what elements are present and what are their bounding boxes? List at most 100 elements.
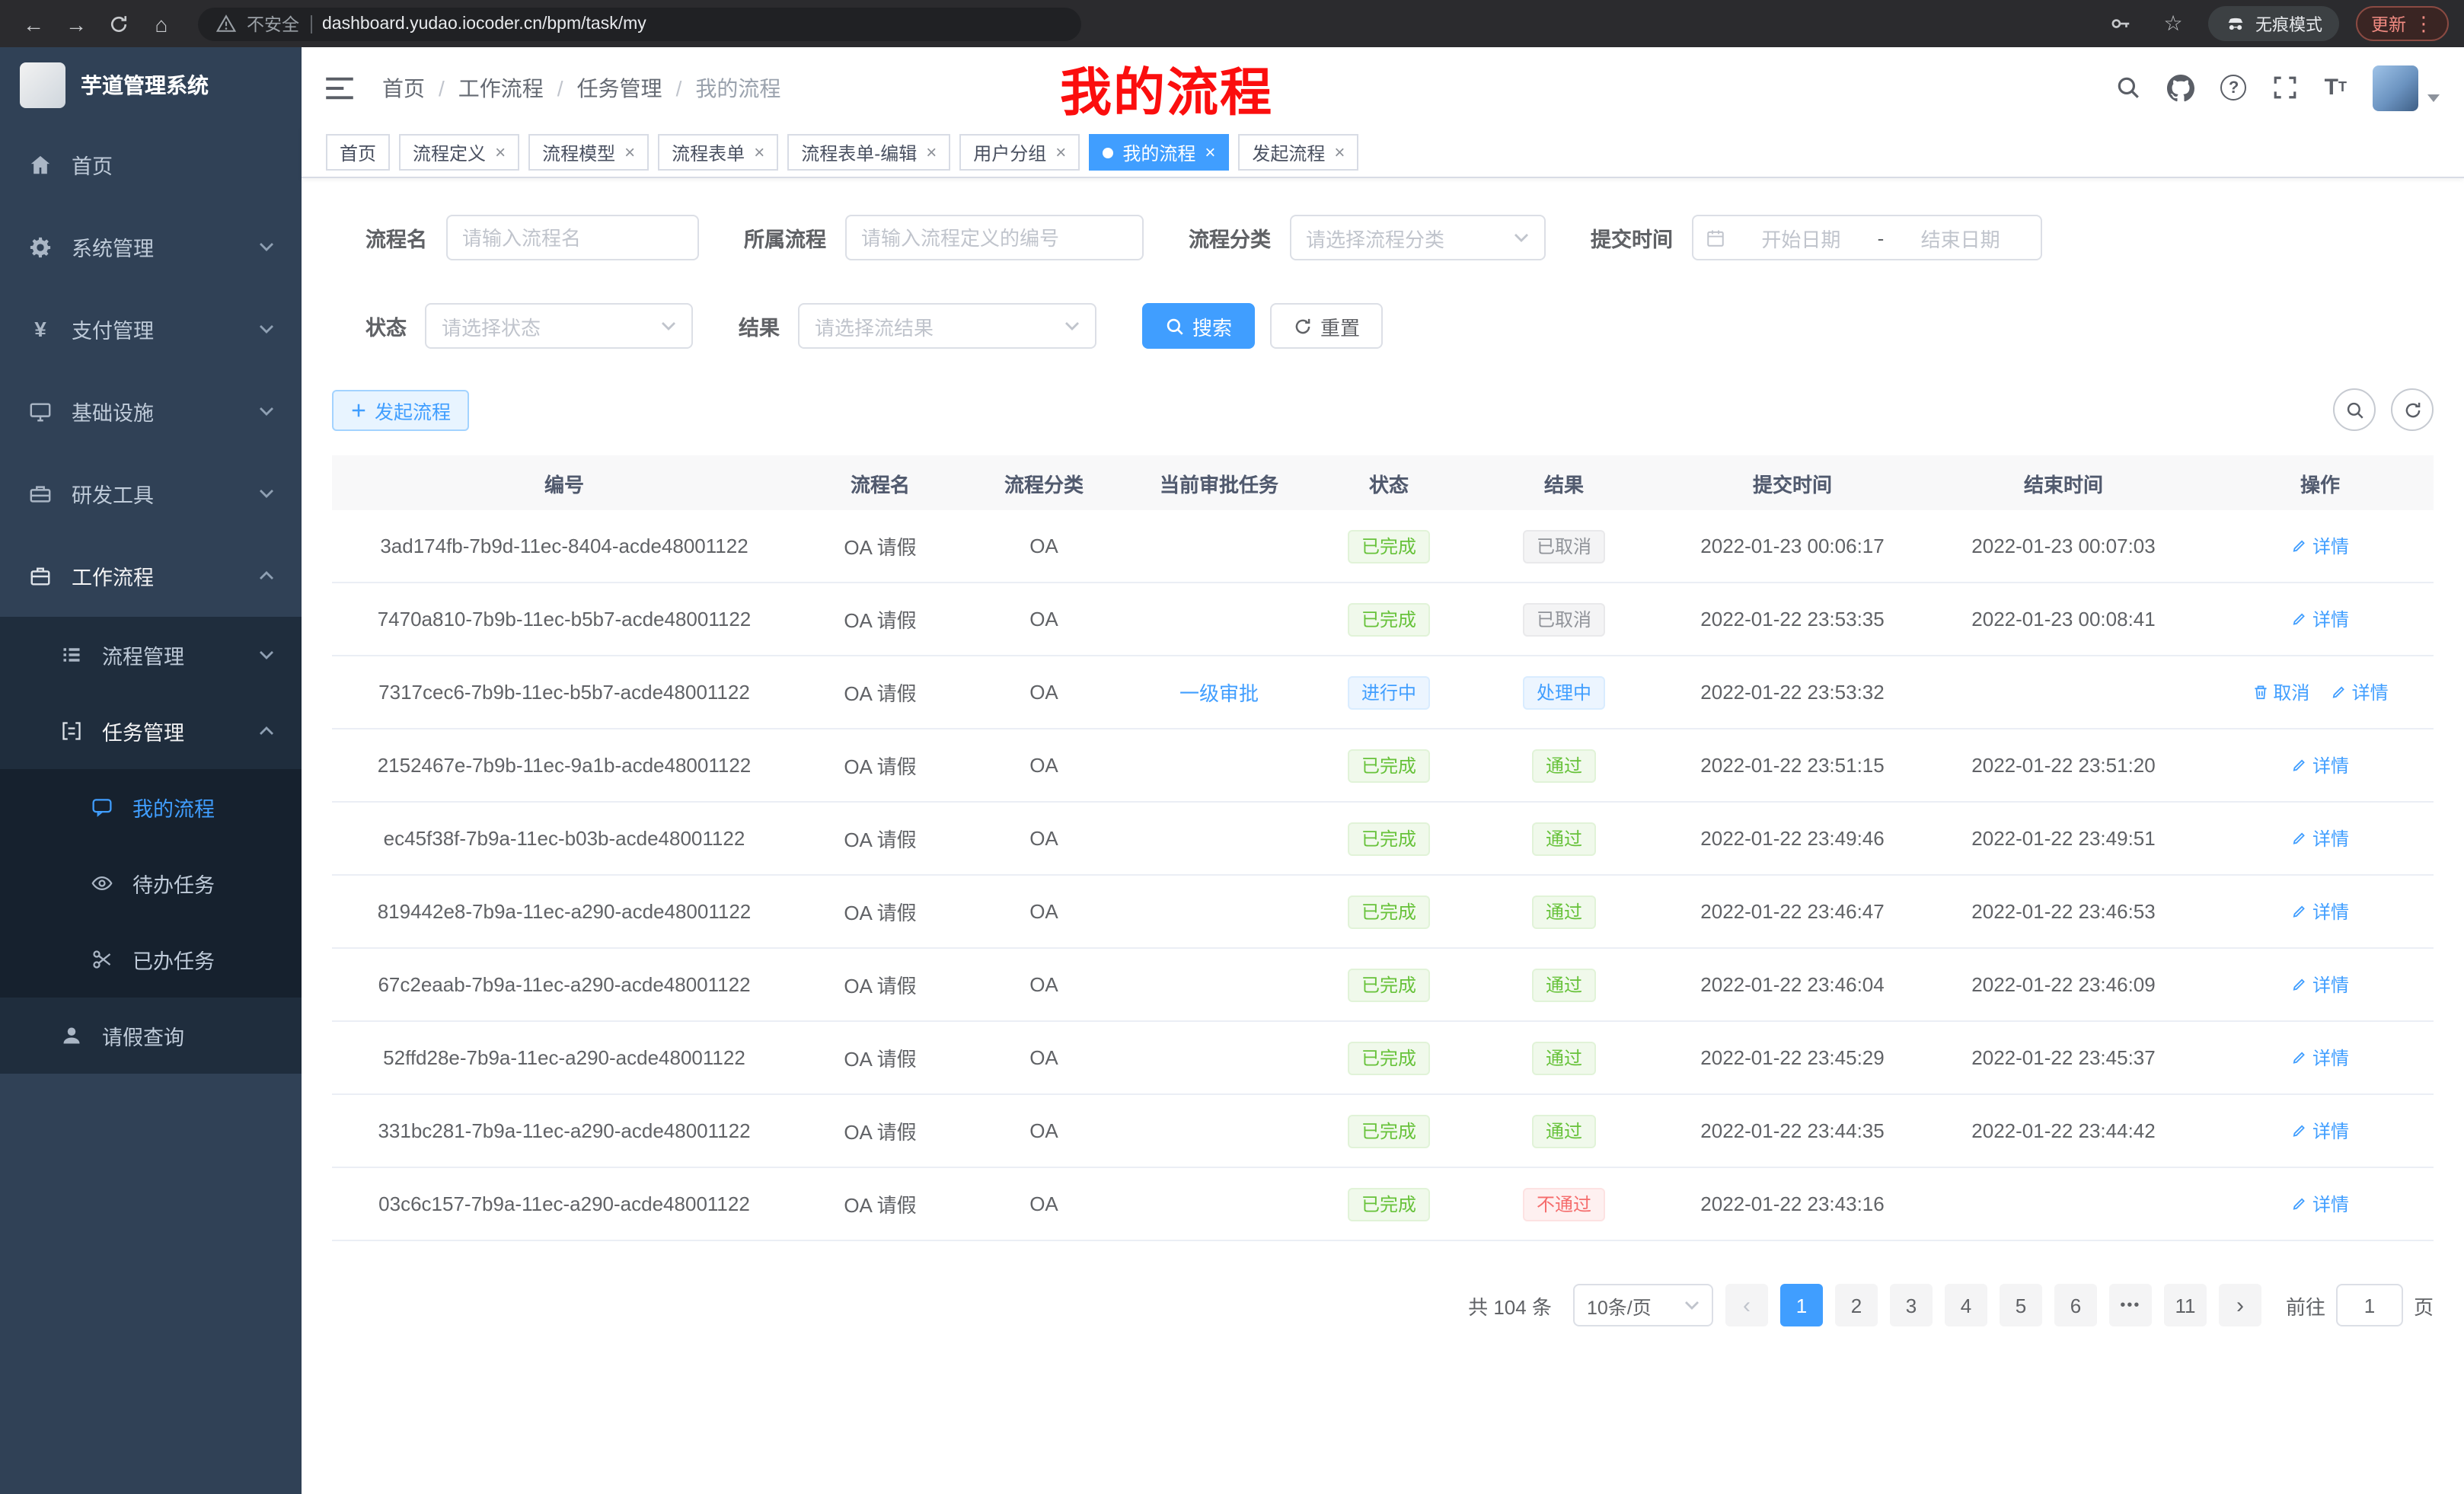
sidebar-item-payment[interactable]: ¥ 支付管理: [0, 288, 302, 370]
reload-icon[interactable]: [101, 5, 137, 42]
detail-action[interactable]: 详情: [2291, 825, 2349, 851]
prev-page-button[interactable]: ‹: [1725, 1284, 1768, 1326]
goto-page-input[interactable]: [2336, 1284, 2403, 1326]
close-icon[interactable]: ×: [1334, 143, 1345, 161]
detail-action[interactable]: 详情: [2291, 899, 2349, 924]
home-icon[interactable]: ⌂: [143, 5, 180, 42]
cell-category: OA: [964, 681, 1124, 704]
detail-action[interactable]: 详情: [2291, 606, 2349, 632]
main-area: 首页 / 工作流程 / 任务管理 / 我的流程 我的流程 ?: [302, 47, 2464, 1494]
reset-button[interactable]: 重置: [1270, 303, 1383, 349]
tab-my-process[interactable]: 我的流程 ×: [1089, 134, 1229, 171]
tab-start-process[interactable]: 发起流程 ×: [1238, 134, 1358, 171]
tab-process-definition[interactable]: 流程定义 ×: [399, 134, 519, 171]
page-button-2[interactable]: 2: [1835, 1284, 1878, 1326]
detail-action[interactable]: 详情: [2291, 533, 2349, 559]
sidebar-item-process-management[interactable]: 流程管理: [0, 617, 302, 693]
forward-icon[interactable]: →: [58, 5, 94, 42]
back-icon[interactable]: ←: [15, 5, 52, 42]
page-button-6[interactable]: 6: [2054, 1284, 2097, 1326]
page-ellipsis[interactable]: •••: [2109, 1284, 2152, 1326]
tab-process-model[interactable]: 流程模型 ×: [528, 134, 649, 171]
user-menu[interactable]: [2373, 65, 2440, 110]
bookmark-star-icon[interactable]: ☆: [2155, 5, 2191, 42]
page-button-4[interactable]: 4: [1945, 1284, 1987, 1326]
cell-submit-time: 2022-01-22 23:46:47: [1664, 900, 1920, 923]
browser-menu-icon[interactable]: ⋮: [2414, 11, 2434, 36]
page-button-5[interactable]: 5: [2000, 1284, 2042, 1326]
show-search-button[interactable]: [2333, 388, 2376, 431]
sidebar-item-infrastructure[interactable]: 基础设施: [0, 370, 302, 452]
next-page-button[interactable]: ›: [2219, 1284, 2261, 1326]
address-bar[interactable]: 不安全 dashboard.yudao.iocoder.cn/bpm/task/…: [198, 7, 1081, 40]
avatar[interactable]: [2373, 65, 2418, 110]
fullscreen-icon[interactable]: [2273, 75, 2299, 101]
sidebar-item-leave-query[interactable]: 请假查询: [0, 998, 302, 1074]
sidebar-item-my-process[interactable]: 我的流程: [0, 769, 302, 845]
table-row: 3ad174fb-7b9d-11ec-8404-acde48001122 OA …: [332, 510, 2434, 583]
cancel-action[interactable]: 取消: [2252, 679, 2309, 705]
update-button[interactable]: 更新 ⋮: [2356, 6, 2449, 41]
search-button[interactable]: 搜索: [1142, 303, 1255, 349]
tab-home[interactable]: 首页: [326, 134, 390, 171]
sidebar-item-task-management[interactable]: 任务管理: [0, 693, 302, 769]
cell-process-id: 67c2eaab-7b9a-11ec-a290-acde48001122: [332, 973, 796, 996]
start-process-button[interactable]: 发起流程: [332, 389, 469, 430]
result-select[interactable]: 请选择流结果: [798, 303, 1096, 349]
close-icon[interactable]: ×: [624, 143, 635, 161]
tab-user-group[interactable]: 用户分组 ×: [959, 134, 1080, 171]
search-icon[interactable]: [2116, 75, 2142, 101]
tab-process-form-edit[interactable]: 流程表单-编辑 ×: [787, 134, 950, 171]
detail-action[interactable]: 详情: [2291, 1045, 2349, 1071]
breadcrumb-workflow[interactable]: 工作流程: [458, 72, 544, 103]
close-icon[interactable]: ×: [754, 143, 764, 161]
breadcrumb-home[interactable]: 首页: [382, 72, 425, 103]
detail-action[interactable]: 详情: [2291, 1118, 2349, 1144]
page-button-1[interactable]: 1: [1780, 1284, 1823, 1326]
close-icon[interactable]: ×: [495, 143, 506, 161]
status-select[interactable]: 请选择状态: [425, 303, 693, 349]
cell-result: 通过: [1463, 1041, 1664, 1074]
process-name-input[interactable]: [462, 226, 681, 249]
detail-action[interactable]: 详情: [2291, 972, 2349, 998]
submit-time-range[interactable]: 开始日期 - 结束日期: [1691, 215, 2041, 260]
page-size-select[interactable]: 10条/页: [1573, 1284, 1713, 1326]
end-date-placeholder[interactable]: 结束日期: [1893, 223, 2028, 252]
app-logo-area[interactable]: 芋道管理系统: [0, 47, 302, 123]
close-icon[interactable]: ×: [1055, 143, 1066, 161]
category-select[interactable]: 请选择流程分类: [1289, 215, 1545, 260]
cell-process-name: OA 请假: [796, 897, 964, 926]
sidebar-item-dev-tools[interactable]: 研发工具: [0, 452, 302, 535]
table-row: 819442e8-7b9a-11ec-a290-acde48001122 OA …: [332, 876, 2434, 949]
cell-process-name: OA 请假: [796, 751, 964, 780]
page-button-3[interactable]: 3: [1890, 1284, 1933, 1326]
start-date-placeholder[interactable]: 开始日期: [1734, 223, 1869, 252]
detail-action[interactable]: 详情: [2291, 752, 2349, 778]
status-badge: 已完成: [1348, 602, 1430, 636]
close-icon[interactable]: ×: [926, 143, 937, 161]
detail-action[interactable]: 详情: [2291, 1191, 2349, 1217]
submenu-task-management: 我的流程 待办任务 已办任务: [0, 769, 302, 998]
detail-action[interactable]: 详情: [2331, 679, 2389, 705]
tab-process-form[interactable]: 流程表单 ×: [658, 134, 778, 171]
cell-category: OA: [964, 754, 1124, 777]
sidebar-item-todo-tasks[interactable]: 待办任务: [0, 845, 302, 921]
github-icon[interactable]: [2168, 74, 2195, 101]
process-def-input[interactable]: [861, 226, 1126, 249]
breadcrumb-task-management[interactable]: 任务管理: [577, 72, 662, 103]
refresh-button[interactable]: [2391, 388, 2434, 431]
edit-icon: [2291, 976, 2308, 993]
close-icon[interactable]: ×: [1205, 143, 1215, 161]
font-size-icon[interactable]: TT: [2325, 76, 2347, 99]
sidebar-item-done-tasks[interactable]: 已办任务: [0, 921, 302, 998]
help-icon[interactable]: ?: [2221, 75, 2247, 101]
result-badge: 通过: [1532, 1041, 1596, 1074]
password-key-icon[interactable]: [2102, 5, 2138, 42]
current-task-link[interactable]: 一级审批: [1179, 682, 1259, 705]
page-button-11[interactable]: 11: [2164, 1284, 2207, 1326]
cell-process-name: OA 请假: [796, 1116, 964, 1145]
sidebar-item-workflow[interactable]: 工作流程: [0, 535, 302, 617]
collapse-sidebar-icon[interactable]: [326, 75, 353, 100]
sidebar-item-system[interactable]: 系统管理: [0, 206, 302, 288]
sidebar-item-home[interactable]: 首页: [0, 123, 302, 206]
